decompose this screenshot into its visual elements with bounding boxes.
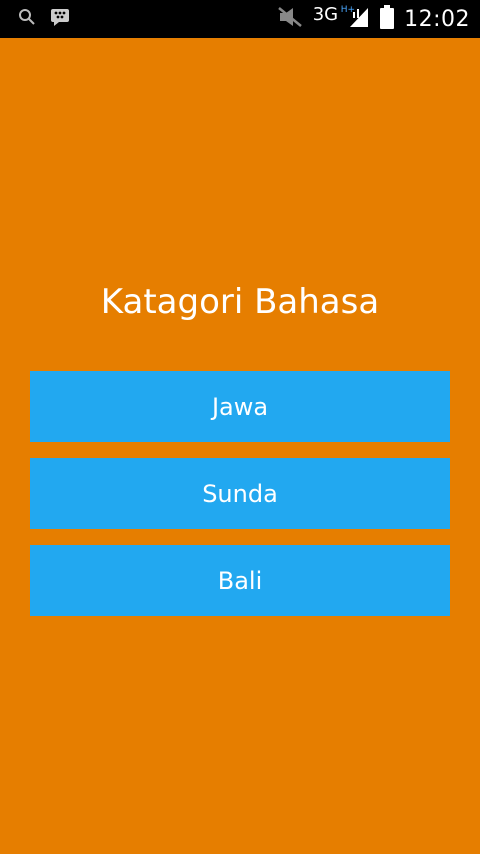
page-title: Katagori Bahasa bbox=[100, 282, 380, 322]
clock: 12:02 bbox=[404, 6, 470, 32]
network-subtype: H+ bbox=[340, 5, 355, 15]
system-tray: 3G H+ 12:02 bbox=[277, 0, 470, 38]
category-button-sunda[interactable]: Sunda bbox=[30, 458, 450, 529]
mute-icon bbox=[277, 6, 303, 32]
bbm-icon bbox=[50, 8, 70, 30]
search-icon bbox=[18, 8, 36, 30]
network-indicator: 3G H+ bbox=[312, 4, 355, 25]
notification-area bbox=[18, 8, 70, 30]
category-list: Jawa Sunda Bali bbox=[30, 371, 450, 632]
network-type: 3G bbox=[312, 4, 339, 25]
category-button-bali[interactable]: Bali bbox=[30, 545, 450, 616]
status-bar: 3G H+ 12:02 bbox=[0, 0, 480, 38]
battery-icon bbox=[380, 5, 395, 33]
category-button-jawa[interactable]: Jawa bbox=[30, 371, 450, 442]
